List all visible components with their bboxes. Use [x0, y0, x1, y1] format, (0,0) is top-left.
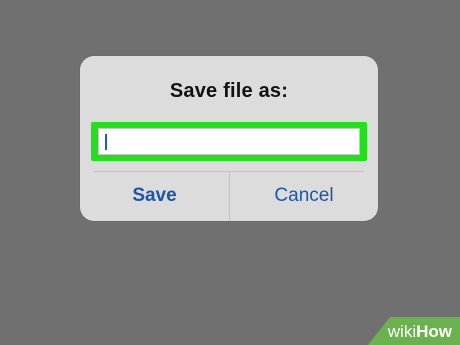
wikihow-logo-part2: How	[416, 322, 452, 341]
text-cursor	[105, 134, 107, 150]
cancel-button[interactable]: Cancel	[230, 171, 378, 221]
wikihow-logo: wikiHow	[388, 323, 452, 341]
save-button[interactable]: Save	[80, 171, 229, 221]
wikihow-logo-part1: wiki	[387, 322, 417, 341]
filename-input-highlight	[91, 122, 367, 161]
dialog-title: Save file as:	[169, 80, 289, 102]
filename-input[interactable]	[98, 128, 360, 155]
